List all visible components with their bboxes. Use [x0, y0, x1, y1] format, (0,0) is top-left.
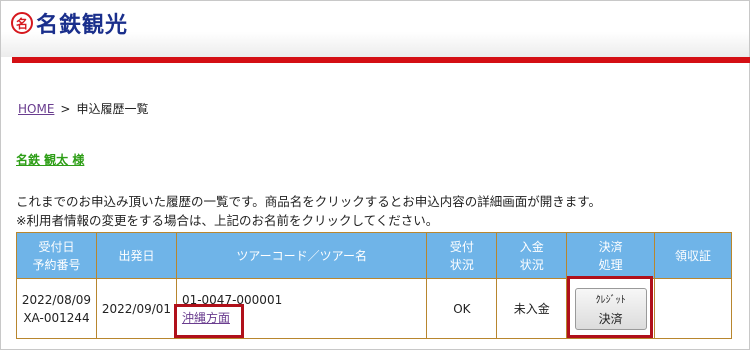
cell-receipt — [654, 278, 732, 339]
header-payment-status-label-1: 入金 — [519, 239, 544, 254]
breadcrumb-current: 申込履歴一覧 — [76, 102, 149, 116]
breadcrumb-separator: > — [60, 102, 71, 116]
cell-accept-date: 2022/08/09 XA-001244 — [16, 278, 97, 339]
site-header: 名 名鉄観光 — [1, 1, 749, 57]
header-accept-date: 受付日 予約番号 — [16, 232, 97, 279]
description-line-2: ※利用者情報の変更をする場合は、上記のお名前をクリックしてください。 — [16, 213, 439, 228]
accept-date-value: 2022/08/09 — [21, 292, 92, 307]
header-departure: 出発日 — [95, 232, 177, 279]
page-description: これまでのお申込み頂いた履歴の一覧です。商品名をクリックするとお申込内容の詳細画… — [16, 192, 601, 230]
cell-accept-status: OK — [426, 278, 498, 339]
header-settlement-label-1: 決済 — [598, 239, 623, 254]
header-payment-status-label-2: 状況 — [519, 257, 544, 272]
cell-tour: 01-0047-000001 沖縄方面 — [175, 278, 428, 339]
header-accept-status: 受付 状況 — [426, 232, 498, 279]
header-booking-no-label: 予約番号 — [32, 257, 81, 272]
brand-name: 名鉄観光 — [36, 13, 129, 38]
credit-button-label-2: 決済 — [598, 311, 623, 326]
booking-no-value: XA-001244 — [23, 310, 90, 325]
header-accent-bar — [12, 57, 750, 63]
description-line-1: これまでのお申込み頂いた履歴の一覧です。商品名をクリックするとお申込内容の詳細画… — [16, 194, 602, 209]
credit-payment-button[interactable]: ｸﾚｼﾞｯﾄ 決済 — [574, 287, 647, 330]
header-accept-date-label: 受付日 — [38, 239, 75, 254]
breadcrumb: HOME > 申込履歴一覧 — [18, 100, 148, 117]
cell-departure: 2022/09/01 — [95, 278, 177, 339]
user-name-link[interactable]: 名鉄 観太 様 — [16, 151, 84, 168]
booking-history-table: 受付日 予約番号 出発日 ツアーコード／ツアー名 受付 状況 入金 状況 決済 … — [16, 232, 732, 339]
brand-logo[interactable]: 名 名鉄観光 — [11, 9, 129, 38]
header-settlement-label-2: 処理 — [598, 257, 623, 272]
tour-name-link[interactable]: 沖縄方面 — [182, 311, 230, 325]
header-tour: ツアーコード／ツアー名 — [175, 232, 428, 279]
breadcrumb-home-link[interactable]: HOME — [18, 102, 54, 116]
header-settlement: 決済 処理 — [566, 232, 656, 279]
header-receipt: 領収証 — [654, 232, 732, 279]
table-row: 2022/08/09 XA-001244 2022/09/01 01-0047-… — [16, 278, 732, 339]
cell-payment-status: 未入金 — [496, 278, 568, 339]
table-header-row: 受付日 予約番号 出発日 ツアーコード／ツアー名 受付 状況 入金 状況 決済 … — [16, 232, 732, 279]
brand-mark-icon: 名 — [11, 12, 33, 34]
header-accept-status-label-2: 状況 — [449, 257, 474, 272]
cell-settlement: ｸﾚｼﾞｯﾄ 決済 — [566, 278, 656, 339]
header-payment-status: 入金 状況 — [496, 232, 568, 279]
tour-code-value: 01-0047-000001 — [181, 292, 283, 307]
credit-button-label-1: ｸﾚｼﾞｯﾄ — [595, 294, 626, 306]
header-accept-status-label-1: 受付 — [449, 239, 474, 254]
